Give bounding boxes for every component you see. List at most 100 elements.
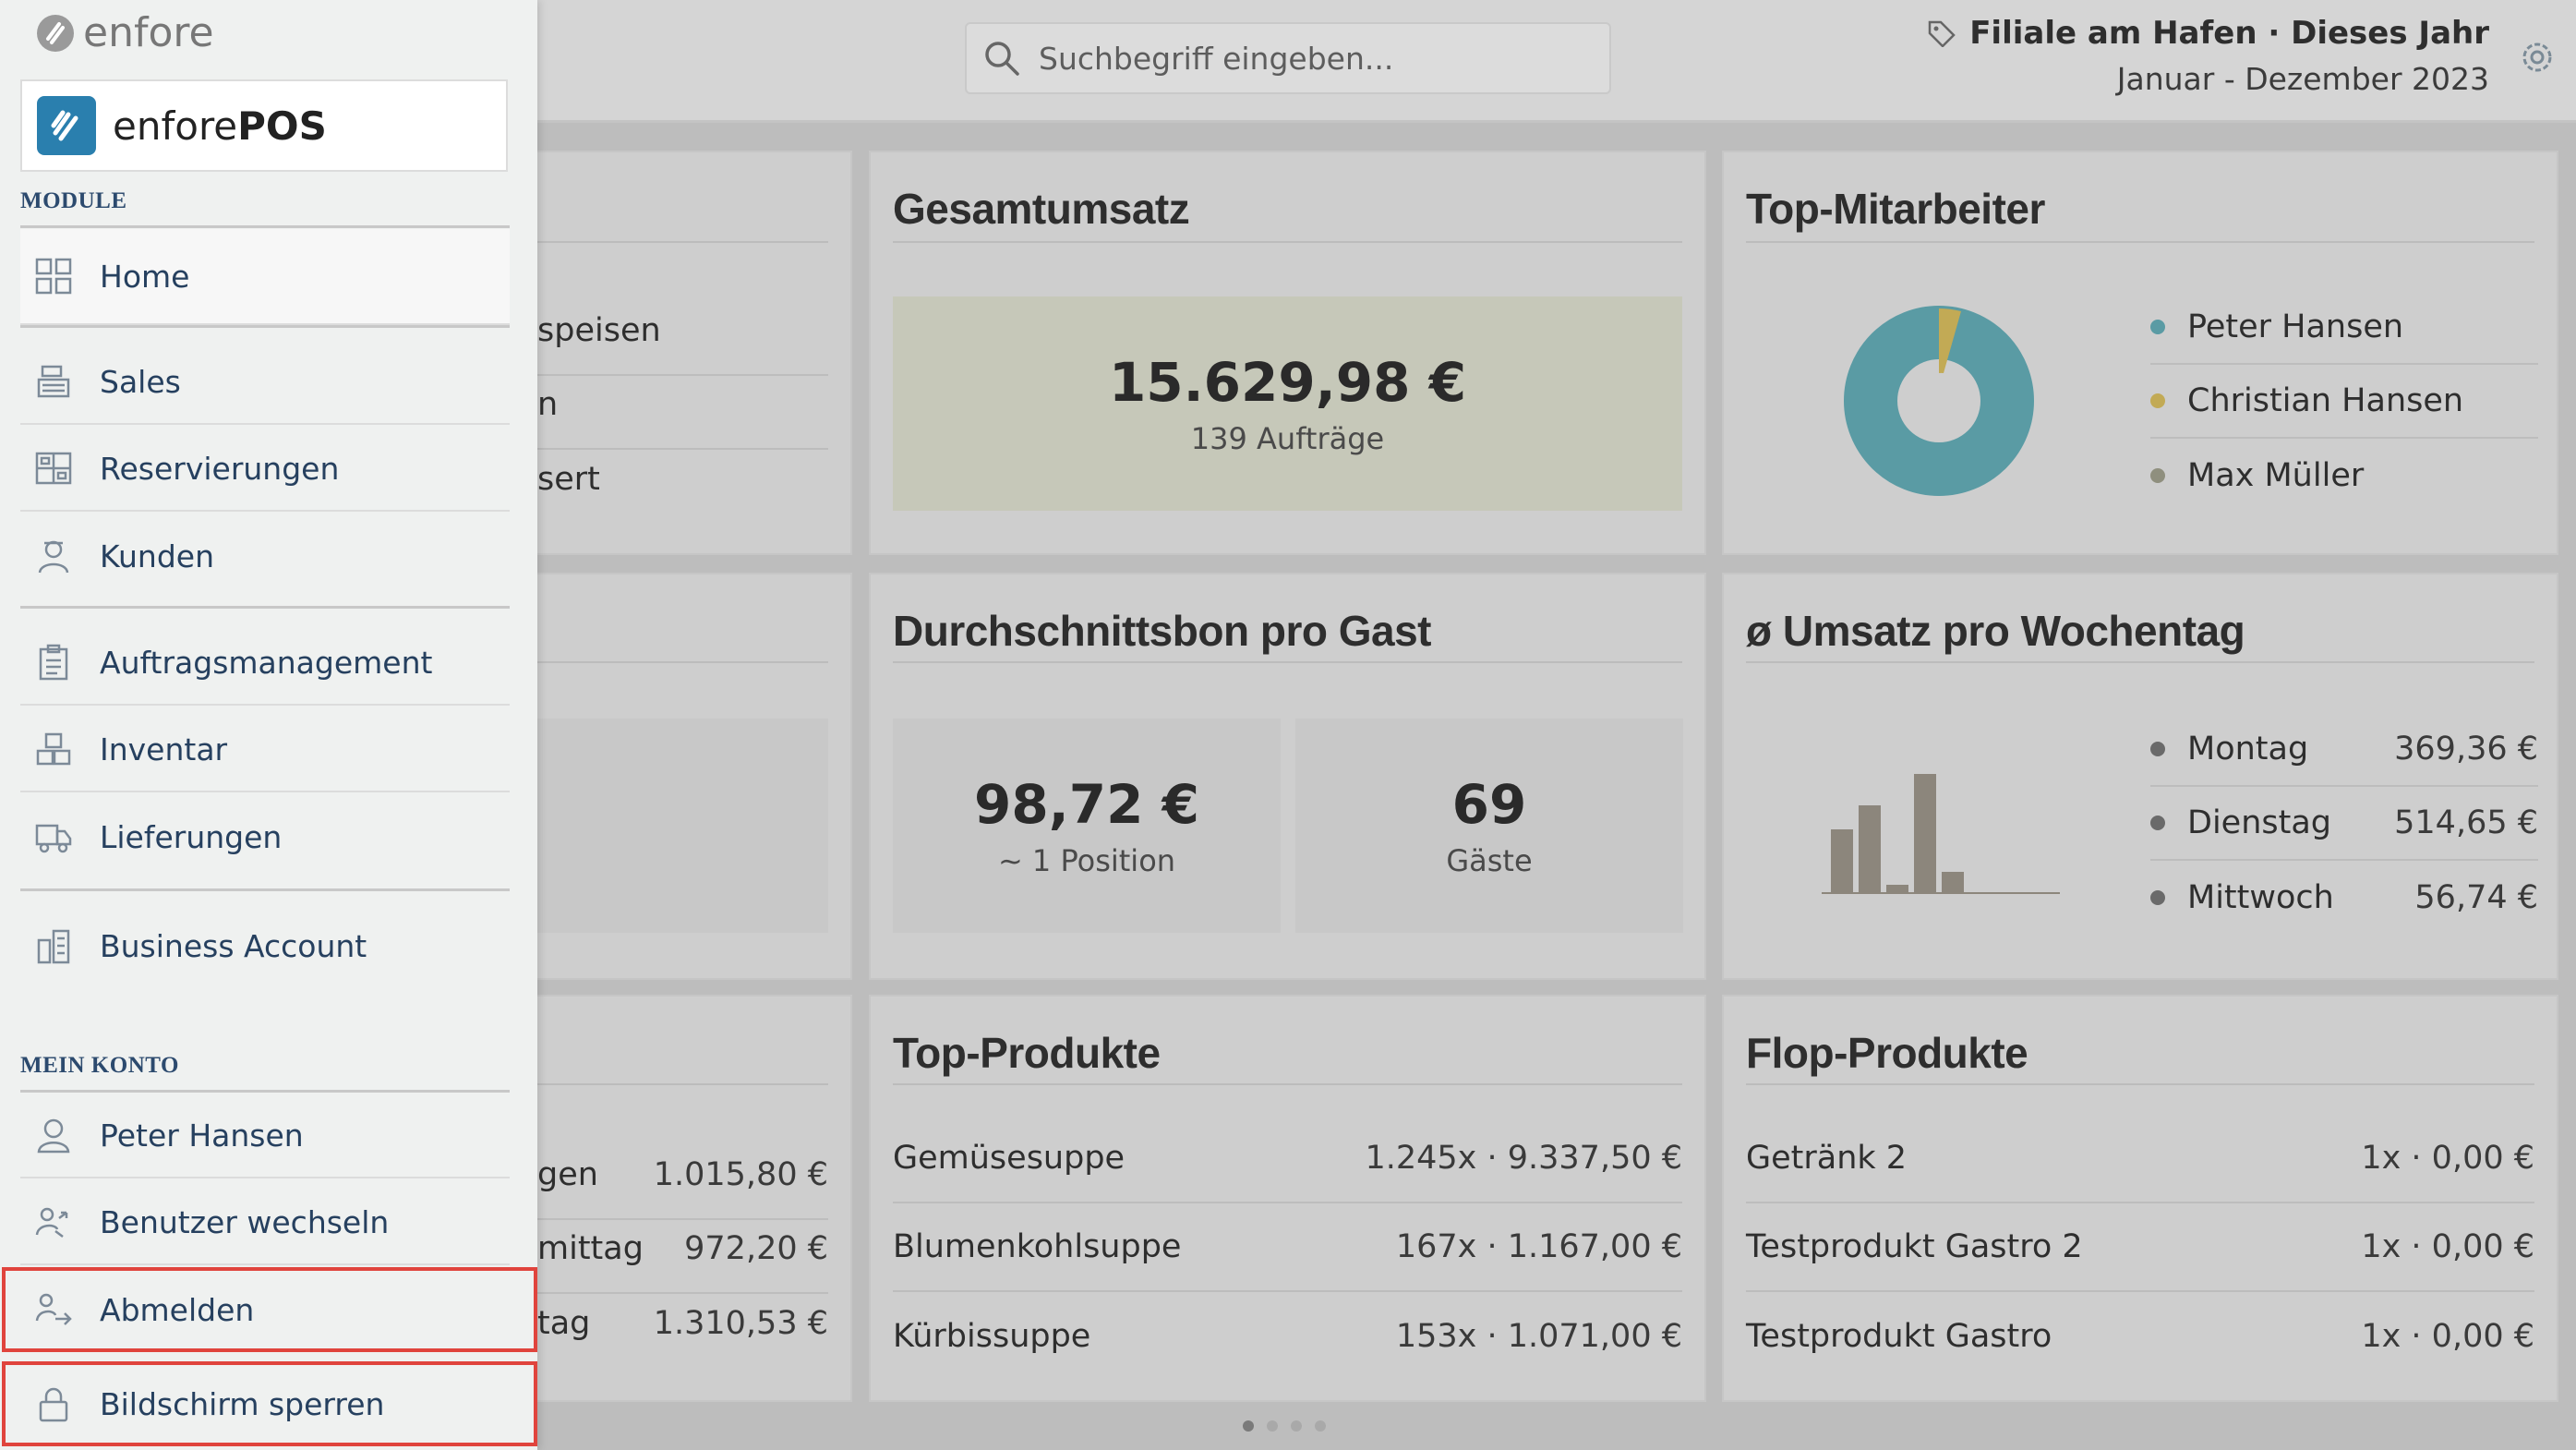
page-dot[interactable]: [1315, 1420, 1326, 1432]
sidebar-item-inventar[interactable]: Inventar: [20, 707, 510, 792]
lock-icon: [33, 1384, 74, 1424]
logout-icon: [33, 1289, 74, 1330]
card-title: Flop-Produkte: [1746, 1029, 2028, 1077]
sidebar-item-kunden[interactable]: Kunden: [20, 514, 510, 598]
product-name: Getränk 2: [1746, 1140, 1908, 1177]
sidebar-item-label: Peter Hansen: [100, 1117, 304, 1154]
partial-row-name: tag: [537, 1305, 591, 1342]
guests-label: Gäste: [1446, 843, 1533, 878]
sidebar-item-label: Benutzer wechseln: [100, 1203, 390, 1240]
card-top-produkte[interactable]: Top-Produkte Gemüsesuppe 1.245x · 9.337,5…: [869, 995, 1706, 1402]
sidebar-item-label: Abmelden: [100, 1291, 255, 1328]
sidebar: enfore enforePOS MODULE Home Sales Reser…: [0, 0, 537, 1450]
avg-receipt-value: 98,72 €: [973, 773, 1199, 836]
register-icon: [33, 361, 74, 402]
sidebar-item-label: Sales: [100, 363, 181, 400]
card-title: Top-Produkte: [893, 1029, 1161, 1077]
sidebar-item-home[interactable]: Home: [20, 229, 510, 325]
app-name: enforePOS: [113, 103, 327, 149]
product-value: 167x · 1.167,00 €: [1395, 1228, 1682, 1265]
sidebar-item-reservierungen[interactable]: Reservierungen: [20, 427, 510, 512]
bar-tue: [1859, 805, 1881, 892]
period-label: Januar - Dezember 2023: [2116, 61, 2489, 97]
orders-count: 139 Aufträge: [1190, 421, 1385, 456]
app-switcher[interactable]: enforePOS: [20, 79, 508, 172]
sidebar-item-abmelden[interactable]: Abmelden: [2, 1267, 537, 1352]
page-indicator[interactable]: [1243, 1420, 1326, 1432]
card-title: Top-Mitarbeiter: [1746, 185, 2045, 233]
sidebar-item-sales[interactable]: Sales: [20, 340, 510, 425]
card-title: Gesamtumsatz: [893, 185, 1190, 233]
partial-row: speisen: [537, 312, 661, 349]
sidebar-item-label: Bildschirm sperren: [100, 1385, 385, 1422]
pos-logo-icon: [37, 96, 96, 155]
sidebar-item-peter-hansen[interactable]: Peter Hansen: [20, 1094, 510, 1178]
gear-icon[interactable]: [2517, 37, 2558, 78]
product-name: Kürbissuppe: [893, 1318, 1091, 1355]
bar-mon: [1831, 829, 1853, 892]
card-top-mitarbeiter[interactable]: Top-Mitarbeiter Peter Hansen Christian H…: [1722, 151, 2558, 555]
page-dot[interactable]: [1291, 1420, 1302, 1432]
sidebar-item-label: Kunden: [100, 538, 214, 574]
bar-fri: [1942, 872, 1964, 892]
card-title: ø Umsatz pro Wochentag: [1746, 607, 2245, 655]
sidebar-item-lieferungen[interactable]: Lieferungen: [20, 794, 510, 879]
clipboard-icon: [33, 642, 74, 683]
sidebar-item-auftragsmanagement[interactable]: Auftragsmanagement: [20, 621, 510, 706]
sidebar-item-label: Lieferungen: [100, 818, 283, 855]
customer-icon: [33, 536, 74, 576]
sidebar-item-benutzer-wechseln[interactable]: Benutzer wechseln: [20, 1180, 510, 1265]
page-dot[interactable]: [1243, 1420, 1254, 1432]
partial-row-value: 1.310,53 €: [653, 1305, 828, 1342]
search-placeholder: Suchbegriff eingeben...: [1039, 40, 1394, 77]
sidebar-item-business-account[interactable]: Business Account: [20, 903, 510, 988]
search-input[interactable]: Suchbegriff eingeben...: [965, 22, 1611, 94]
product-name: Testprodukt Gastro 2: [1746, 1228, 2083, 1265]
tag-icon: [1928, 20, 1956, 47]
card-title: Durchschnittsbon pro Gast: [893, 607, 1431, 655]
sidebar-item-label: Inventar: [100, 731, 228, 767]
boxes-icon: [33, 729, 74, 769]
legend-item: Peter Hansen: [2150, 291, 2538, 365]
card-umsatz-wochentag[interactable]: ø Umsatz pro Wochentag Montag 369,36 € Di…: [1722, 573, 2558, 980]
partial-row-value: 972,20 €: [684, 1230, 828, 1267]
product-value: 1x · 0,00 €: [2361, 1228, 2534, 1265]
total-revenue-value: 15.629,98 €: [1108, 351, 1467, 414]
truck-icon: [33, 816, 74, 857]
bar-wed: [1886, 885, 1908, 892]
page-dot[interactable]: [1267, 1420, 1278, 1432]
avg-positions: ~ 1 Position: [997, 843, 1176, 878]
store-name: Filiale am Hafen · Dieses Jahr: [1969, 15, 2489, 52]
weekday-legend-item: Montag 369,36 €: [2150, 713, 2538, 787]
legend-item: Christian Hansen: [2150, 365, 2538, 439]
product-name: Blumenkohlsuppe: [893, 1228, 1182, 1265]
product-name: Testprodukt Gastro: [1746, 1318, 2052, 1355]
enfore-logo-icon: [37, 14, 74, 52]
section-account: MEIN KONTO: [20, 1053, 179, 1078]
brand-logo: enfore: [35, 9, 214, 56]
sidebar-item-label: Business Account: [100, 927, 367, 964]
section-modules: MODULE: [20, 188, 127, 213]
building-chart-icon: [33, 925, 74, 966]
search-icon: [985, 42, 1019, 76]
partial-row-value: 1.015,80 €: [653, 1156, 828, 1193]
card-durchschnittsbon[interactable]: Durchschnittsbon pro Gast 98,72 € ~ 1 Po…: [869, 573, 1706, 980]
partial-row: sert: [537, 461, 600, 498]
bar-thu: [1914, 774, 1936, 892]
partial-row-name: mittag: [537, 1230, 644, 1267]
store-selector[interactable]: Filiale am Hafen · Dieses Jahr Januar - …: [1927, 15, 2489, 97]
reservation-grid-icon: [33, 448, 74, 489]
partial-row: n: [537, 386, 559, 423]
legend-item: Max Müller: [2150, 439, 2538, 513]
user-icon: [33, 1115, 74, 1155]
weekday-legend-item: Mittwoch 56,74 €: [2150, 861, 2538, 935]
weekday-legend-item: Dienstag 514,65 €: [2150, 787, 2538, 861]
weekday-bar-chart: [1822, 774, 2060, 894]
sidebar-item-bildschirm-sperren[interactable]: Bildschirm sperren: [2, 1361, 537, 1446]
card-flop-produkte[interactable]: Flop-Produkte Getränk 2 1x · 0,00 € Testp…: [1722, 995, 2558, 1402]
product-value: 1x · 0,00 €: [2361, 1318, 2534, 1355]
partial-row-name: gen: [537, 1156, 598, 1193]
card-gesamtumsatz[interactable]: Gesamtumsatz 15.629,98 € 139 Aufträge: [869, 151, 1706, 555]
product-value: 153x · 1.071,00 €: [1395, 1318, 1682, 1355]
product-name: Gemüsesuppe: [893, 1140, 1125, 1177]
